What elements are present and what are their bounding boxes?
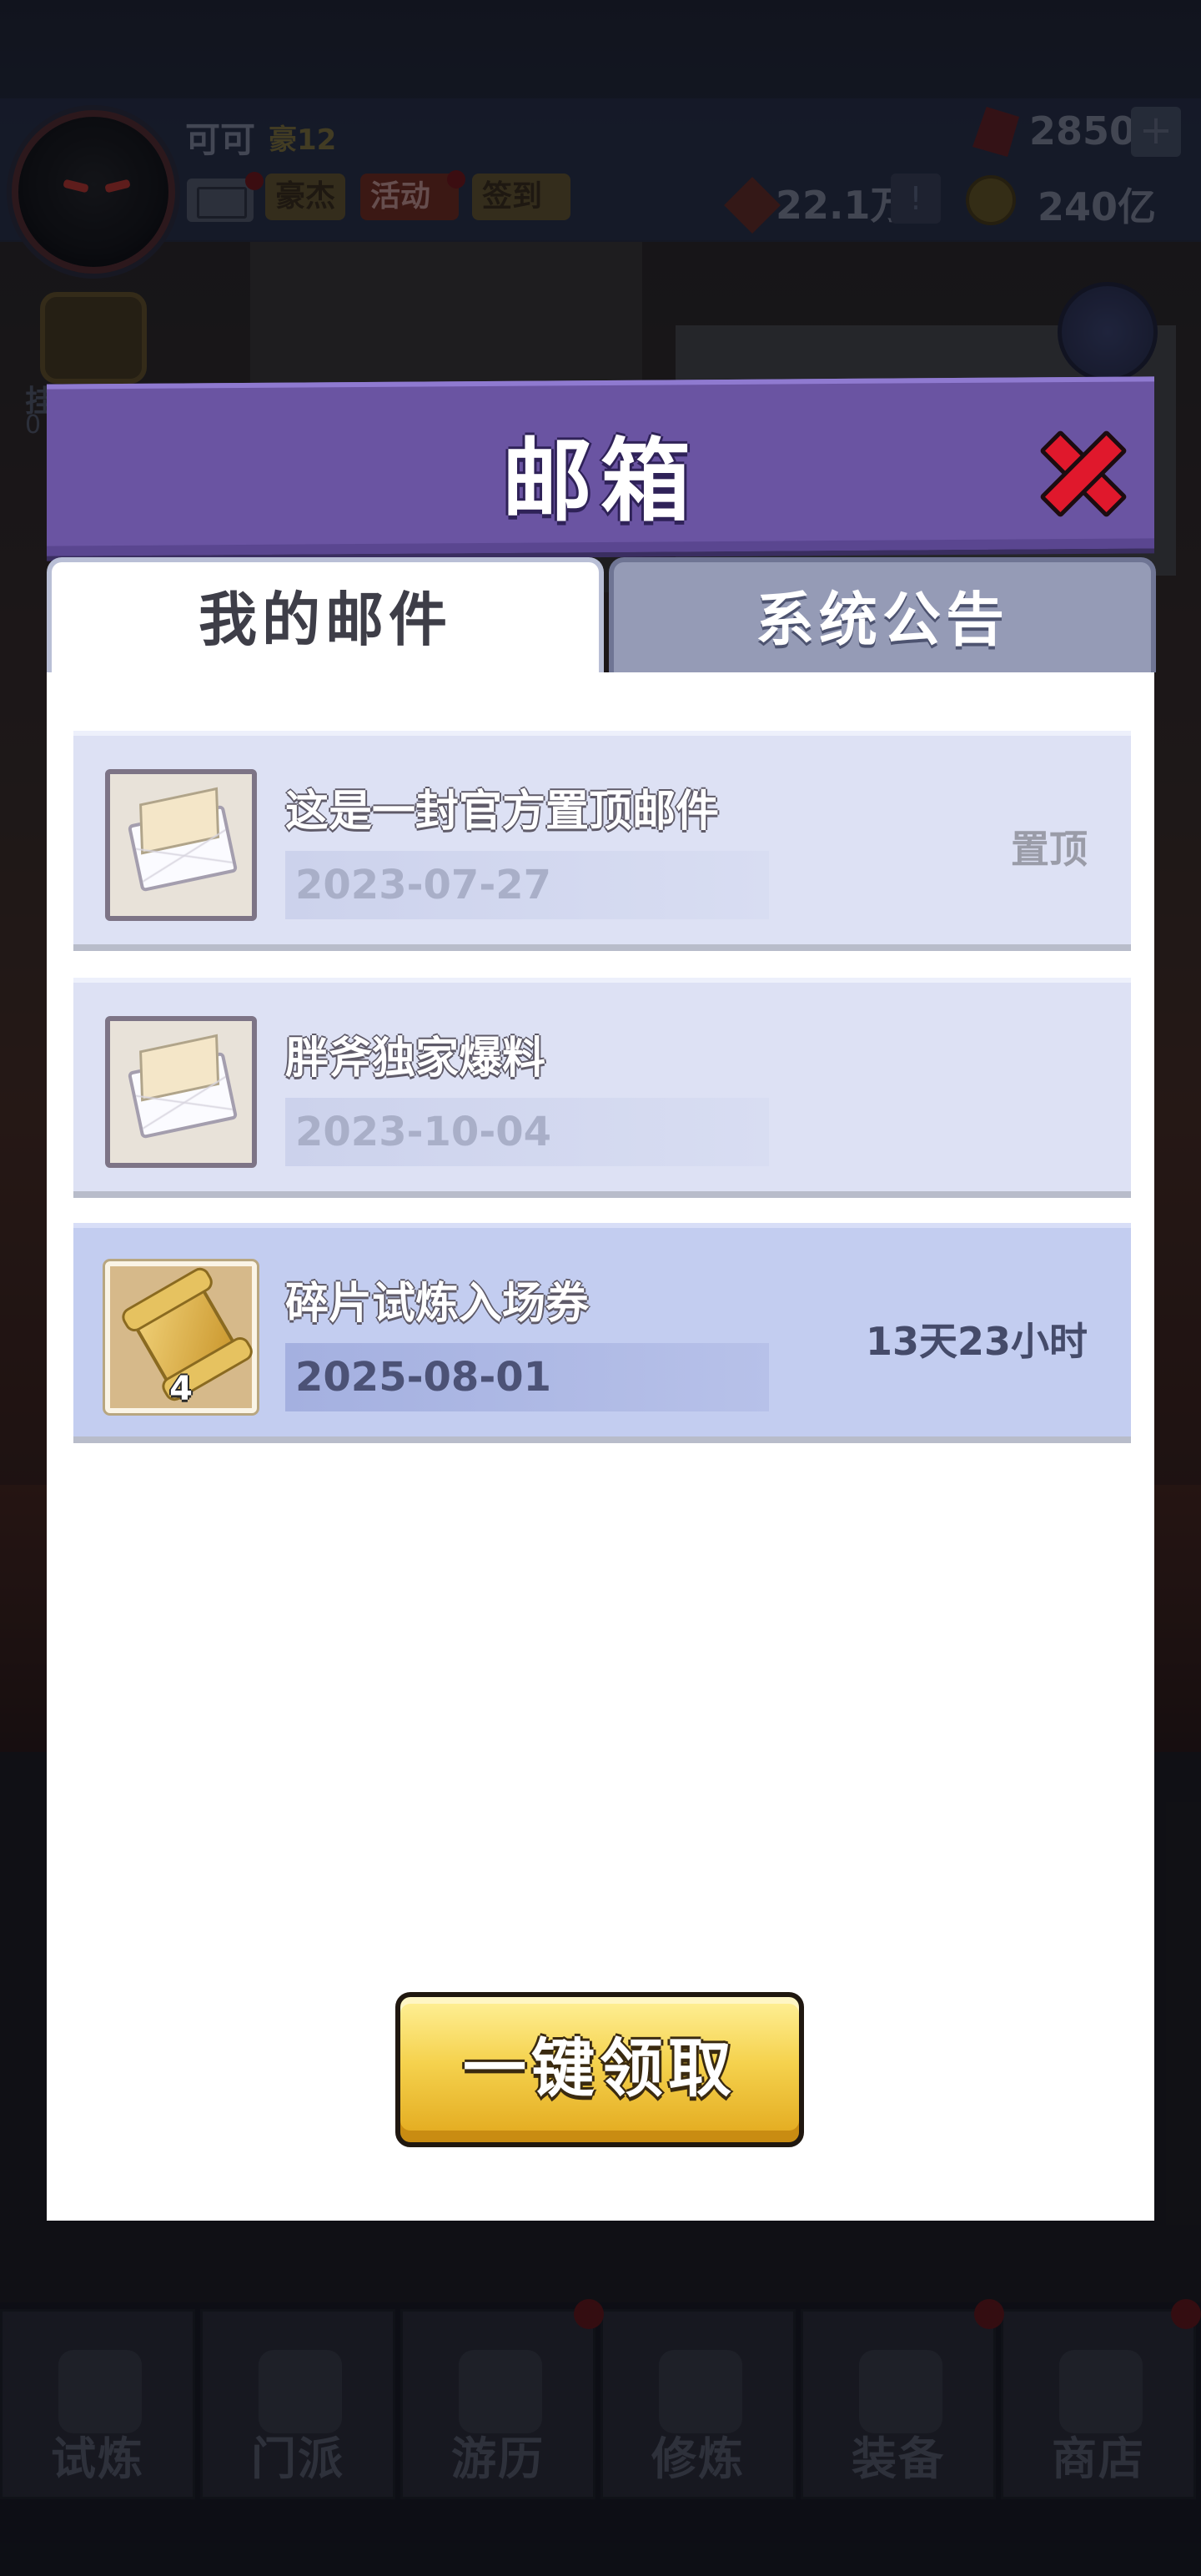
hud-tag-event[interactable]: 活动 [360, 174, 459, 220]
mail-date: 2025-08-01 [285, 1343, 769, 1411]
ninja-icon [58, 2350, 142, 2433]
top-hud: 可可 豪12 豪杰 活动 签到 22.1万 ! 2850 + 240亿 [0, 0, 1201, 274]
mail-date: 2023-10-04 [285, 1098, 769, 1166]
nav-shop[interactable]: 商店 [1001, 2309, 1196, 2499]
nav-travel[interactable]: 游历 [400, 2309, 595, 2499]
gem-value: 2850 [1029, 108, 1137, 153]
hud-tag-checkin[interactable]: 签到 [472, 174, 570, 220]
event-notification-dot [447, 170, 465, 189]
mail-item[interactable]: 胖斧独家爆料 2023-10-04 [73, 978, 1131, 1198]
idle-reward-chest-icon[interactable] [40, 292, 147, 384]
nav-label: 装备 [852, 2433, 945, 2485]
tab-my-mail[interactable]: 我的邮件 [47, 557, 604, 672]
power-value: 22.1万 [776, 183, 909, 228]
nav-label: 游历 [451, 2433, 545, 2485]
mail-icon-box [105, 769, 257, 921]
item-count: 4 [169, 1370, 193, 1408]
avatar-eyes [63, 179, 131, 194]
mail-icon-box [105, 1016, 257, 1168]
power-info-button[interactable]: ! [891, 174, 941, 224]
mail-item[interactable]: 这是一封官方置顶邮件 2023-07-27 置顶 [73, 731, 1131, 951]
mail-pinned-tag: 置顶 [1011, 827, 1088, 872]
player-name: 可可 [185, 119, 256, 160]
player-avatar[interactable] [12, 110, 175, 274]
mail-notification-dot [245, 172, 264, 190]
claim-all-button[interactable]: 一键领取 [395, 1992, 804, 2147]
mail-title: 这是一封官方置顶邮件 [285, 787, 720, 837]
close-button[interactable] [1031, 420, 1136, 526]
nav-cultivate[interactable]: 修炼 [600, 2309, 796, 2499]
coin-icon [966, 175, 1016, 225]
envelope-icon [127, 804, 239, 893]
tab-system-notice[interactable]: 系统公告 [609, 557, 1156, 672]
sword-icon [859, 2350, 942, 2433]
bottom-nav: 试炼 门派 游历 修炼 装备 商店 [0, 2299, 1201, 2509]
envelope-icon [127, 1051, 239, 1140]
hud-tag-hero[interactable]: 豪杰 [265, 174, 345, 220]
mail-title: 碎片试炼入场券 [285, 1279, 590, 1329]
hud-band [0, 98, 1201, 240]
player-rank: 豪12 [269, 123, 337, 157]
mail-title: 胖斧独家爆料 [285, 1034, 546, 1084]
mail-icon[interactable] [187, 179, 254, 222]
nav-sect[interactable]: 门派 [200, 2309, 395, 2499]
modal-title: 邮箱 [501, 430, 699, 534]
nav-equipment[interactable]: 装备 [801, 2309, 996, 2499]
nav-label: 门派 [251, 2433, 344, 2485]
nav-notification-dot [574, 2299, 604, 2329]
add-gems-button[interactable]: + [1131, 107, 1181, 157]
nav-notification-dot [974, 2299, 1004, 2329]
nav-label: 商店 [1052, 2433, 1145, 2485]
mail-icon-box: 4 [105, 1261, 257, 1413]
nav-label: 修炼 [651, 2433, 745, 2485]
mountain-icon [459, 2350, 542, 2433]
shop-icon [1059, 2350, 1143, 2433]
temple-icon [259, 2350, 342, 2433]
mail-item[interactable]: 4 碎片试炼入场券 2025-08-01 13天23小时 [73, 1223, 1131, 1443]
nav-label: 试炼 [51, 2433, 144, 2485]
coin-value: 240亿 [1038, 184, 1157, 229]
mail-expiry: 13天23小时 [865, 1319, 1088, 1364]
book-icon [659, 2350, 742, 2433]
mail-date: 2023-07-27 [285, 851, 769, 919]
nav-notification-dot [1171, 2299, 1201, 2329]
nav-trial[interactable]: 试炼 [0, 2309, 195, 2499]
ghost-event-icon[interactable] [1058, 282, 1158, 382]
